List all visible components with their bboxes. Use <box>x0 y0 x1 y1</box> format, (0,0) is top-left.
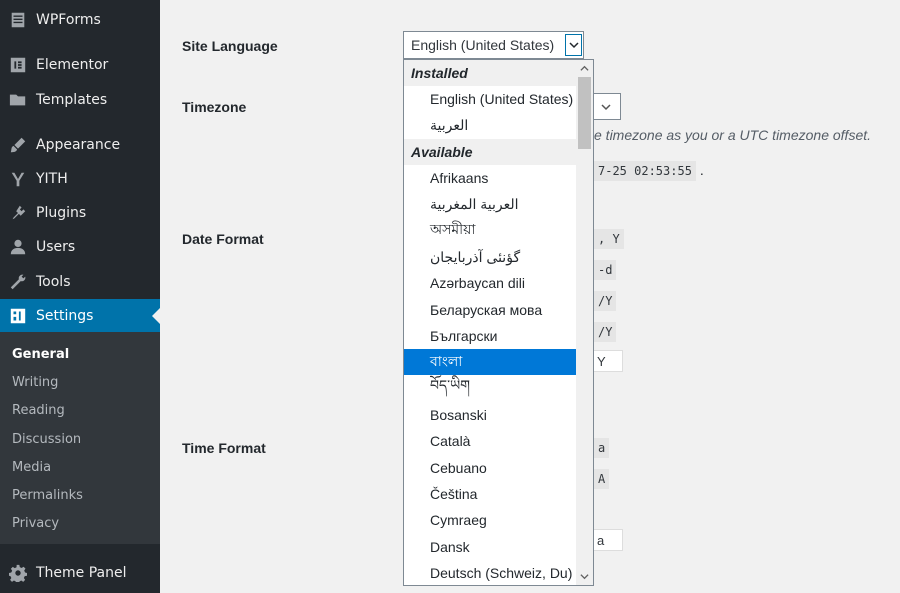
site-language-select[interactable]: English (United States) <box>403 31 584 59</box>
option-tibetan[interactable]: བོད་ཡིག <box>404 376 577 402</box>
menu-label: Theme Panel <box>36 565 127 581</box>
select-arrow[interactable] <box>565 34 582 56</box>
option-south-azerbaijani[interactable]: گؤنئی آذربایجان <box>404 244 577 270</box>
submenu-privacy[interactable]: Privacy <box>12 516 59 531</box>
time-format-example-1: a <box>594 438 610 458</box>
submenu-general[interactable]: General <box>12 347 69 362</box>
custom-date-format-input[interactable]: Y <box>590 350 623 372</box>
date-format-label: Date Format <box>182 231 264 247</box>
menu-label: Settings <box>36 308 94 324</box>
option-swiss-german-informal[interactable]: Deutsch (Schweiz, Du) <box>404 560 577 585</box>
menu-yith[interactable]: YITH <box>0 162 160 196</box>
option-moroccan-arabic[interactable]: العربية المغربية <box>404 191 577 217</box>
option-welsh[interactable]: Cymraeg <box>404 507 577 533</box>
time-format-example-2: A <box>594 469 610 489</box>
menu-label: Templates <box>36 92 108 108</box>
menu-settings[interactable]: Settings <box>0 299 160 333</box>
utc-time-row: 7-25 02:53:55 . <box>594 161 704 181</box>
chevron-up-icon <box>580 65 589 71</box>
submenu-media[interactable]: Media <box>12 460 51 475</box>
option-bulgarian[interactable]: Български <box>404 323 577 349</box>
option-czech[interactable]: Čeština <box>404 481 577 507</box>
menu-plugins[interactable]: Plugins <box>0 196 160 230</box>
user-icon <box>8 237 28 257</box>
utc-time: 7-25 02:53:55 <box>594 161 696 181</box>
date-code-4: /Y <box>594 322 617 342</box>
yith-icon <box>8 169 28 189</box>
time-code-1: a <box>594 438 610 458</box>
admin-sidebar: WPForms Elementor Templates Appearance Y… <box>0 0 160 593</box>
option-azerbaijani[interactable]: Azərbaycan dili <box>404 270 577 296</box>
folder-icon <box>8 90 28 110</box>
menu-elementor[interactable]: Elementor <box>0 48 160 82</box>
menu-label: Users <box>36 239 76 255</box>
chevron-down-icon <box>568 42 579 49</box>
menu-label: Appearance <box>36 137 121 153</box>
menu-wpforms[interactable]: WPForms <box>0 3 160 37</box>
date-format-example-1: , Y <box>594 229 624 249</box>
menu-label: YITH <box>36 171 68 187</box>
submenu-reading[interactable]: Reading <box>12 403 65 418</box>
date-code-3: /Y <box>594 291 617 311</box>
option-belarusian[interactable]: Беларуская мова <box>404 297 577 323</box>
timezone-label: Timezone <box>182 99 247 115</box>
menu-templates[interactable]: Templates <box>0 83 160 117</box>
wpforms-icon <box>8 10 28 30</box>
time-code-2: A <box>594 469 610 489</box>
date-code-1: , Y <box>594 229 624 249</box>
time-format-label: Time Format <box>182 440 266 456</box>
menu-tools[interactable]: Tools <box>0 265 160 299</box>
scroll-up-button[interactable] <box>576 60 593 77</box>
date-code-2: -d <box>594 260 617 280</box>
option-cebuano[interactable]: Cebuano <box>404 455 577 481</box>
scrollbar-thumb[interactable] <box>578 77 591 149</box>
elementor-icon <box>8 55 28 75</box>
settings-icon <box>8 306 28 326</box>
menu-appearance[interactable]: Appearance <box>0 128 160 162</box>
plugin-icon <box>8 203 28 223</box>
settings-submenu: General Writing Reading Discussion Media… <box>0 332 160 544</box>
option-english-us[interactable]: English (United States) <box>404 86 577 112</box>
chevron-down-icon <box>600 103 611 110</box>
chevron-down-icon <box>580 574 589 580</box>
optgroup-available: Available <box>404 139 577 165</box>
option-bosnian[interactable]: Bosanski <box>404 402 577 428</box>
site-language-label: Site Language <box>182 38 278 54</box>
option-catalan[interactable]: Català <box>404 428 577 454</box>
timezone-select[interactable] <box>590 93 621 120</box>
menu-theme-panel[interactable]: Theme Panel <box>0 556 160 590</box>
menu-label: Elementor <box>36 57 109 73</box>
option-afrikaans[interactable]: Afrikaans <box>404 165 577 191</box>
menu-label: Tools <box>36 274 71 290</box>
site-language-value: English (United States) <box>411 37 555 53</box>
menu-users[interactable]: Users <box>0 230 160 264</box>
dropdown-scrollbar[interactable] <box>576 60 593 585</box>
gear-icon <box>8 563 28 583</box>
option-arabic[interactable]: العربية <box>404 112 577 138</box>
scroll-down-button[interactable] <box>576 568 593 585</box>
submenu-permalinks[interactable]: Permalinks <box>12 488 83 503</box>
date-format-example-3: /Y <box>594 291 617 311</box>
brush-icon <box>8 135 28 155</box>
language-dropdown-list[interactable]: Installed English (United States) العربي… <box>403 59 594 586</box>
date-format-example-2: -d <box>594 260 617 280</box>
optgroup-installed: Installed <box>404 60 577 86</box>
wrench-icon <box>8 272 28 292</box>
timezone-description: e timezone as you or a UTC timezone offs… <box>594 127 872 143</box>
option-danish[interactable]: Dansk <box>404 534 577 560</box>
menu-label: WPForms <box>36 12 101 28</box>
custom-time-format-input[interactable]: a <box>590 529 623 551</box>
submenu-writing[interactable]: Writing <box>12 375 58 390</box>
date-format-example-4: /Y <box>594 322 617 342</box>
option-assamese[interactable]: অসমীয়া <box>404 217 577 243</box>
submenu-discussion[interactable]: Discussion <box>12 432 81 447</box>
utc-time-suffix: . <box>699 162 704 178</box>
menu-label: Plugins <box>36 205 87 221</box>
